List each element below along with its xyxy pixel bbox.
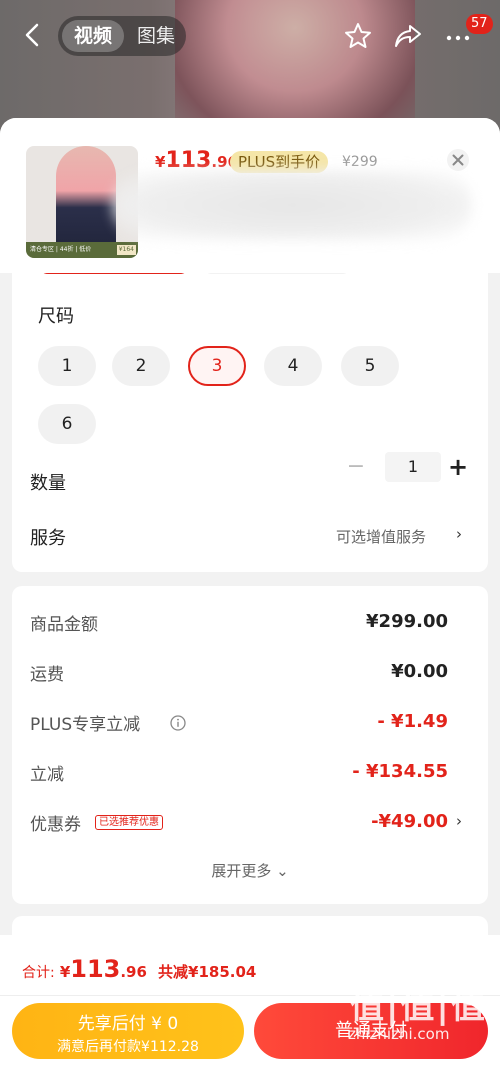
total-saved: 共减¥185.04: [158, 963, 257, 981]
coupon-label: 优惠券: [30, 815, 81, 835]
price-currency: ¥: [155, 153, 166, 171]
instant-discount-label: 立减: [30, 765, 64, 785]
thumb-caption: 清仓专区 | 44折 | 低价: [30, 246, 92, 253]
pay-later-subtitle: 满意后再付款¥112.28: [57, 1039, 199, 1055]
total-currency: ¥: [59, 963, 71, 981]
coupon-value[interactable]: -¥49.00: [371, 811, 448, 832]
coupon-chevron-icon[interactable]: ›: [456, 812, 462, 830]
instant-discount-value: - ¥134.55: [352, 761, 448, 782]
quantity-increase-button[interactable]: +: [447, 455, 469, 479]
thumb-promo-bar: 清仓专区 | 44折 | 低价 ¥164: [26, 242, 138, 258]
size-option-3[interactable]: 3: [188, 346, 246, 386]
total-label: 合计:: [22, 965, 55, 981]
shipping-value: ¥0.00: [391, 661, 448, 682]
subtotal-value: ¥299.00: [366, 611, 448, 632]
original-price: ¥299: [342, 154, 378, 170]
blurred-region: [112, 170, 472, 240]
total-decimal: .96: [120, 963, 147, 981]
order-total: 合计: ¥113.96 共减¥185.04: [22, 955, 256, 983]
size-option-1[interactable]: 1: [38, 346, 96, 386]
thumb-sale-price: ¥164: [116, 245, 136, 255]
size-option-2[interactable]: 2: [112, 346, 170, 386]
back-icon[interactable]: [18, 20, 48, 50]
expand-more-button[interactable]: 展开更多 ⌄: [12, 860, 488, 881]
plus-discount-label: PLUS专享立减: [30, 715, 141, 735]
star-icon[interactable]: [342, 20, 374, 52]
tab-gallery[interactable]: 图集: [128, 20, 184, 52]
service-label: 服务: [30, 528, 66, 549]
service-selector[interactable]: 可选增值服务: [336, 526, 426, 547]
size-option-6[interactable]: 6: [38, 404, 96, 444]
coupon-recommended-tag: 已选推荐优惠: [95, 815, 163, 830]
chevron-right-icon[interactable]: ›: [456, 525, 462, 543]
quantity-input[interactable]: 1: [385, 452, 441, 482]
tab-video[interactable]: 视频: [62, 20, 124, 52]
share-icon[interactable]: [392, 20, 424, 52]
top-nav-bar: 视频 图集 57: [0, 14, 500, 58]
info-icon[interactable]: [170, 715, 186, 731]
media-tab-switch: 视频 图集: [58, 16, 186, 56]
sheet-header: 清仓专区 | 44折 | 低价 ¥164 ¥113.96 PLUS到手价 ¥29…: [0, 118, 500, 273]
normal-pay-button[interactable]: 普通支付: [254, 1003, 488, 1059]
size-option-5[interactable]: 5: [341, 346, 399, 386]
total-integer: 113: [70, 955, 121, 983]
shipping-label: 运费: [30, 665, 64, 685]
plus-discount-value: - ¥1.49: [377, 711, 448, 732]
divider: [0, 995, 500, 996]
size-option-4[interactable]: 4: [264, 346, 322, 386]
price-detail-card: 商品金额 ¥299.00 运费 ¥0.00 PLUS专享立减 - ¥1.49 立…: [12, 586, 488, 904]
size-title: 尺码: [38, 306, 74, 327]
quantity-decrease-button[interactable]: −: [346, 456, 366, 478]
quantity-label: 数量: [30, 473, 66, 494]
checkout-bar: 合计: ¥113.96 共减¥185.04 先享后付 ¥ 0 满意后再付款¥11…: [0, 935, 500, 1065]
pay-later-title: 先享后付 ¥ 0: [77, 1014, 179, 1034]
purchase-sheet: 清仓专区 | 44折 | 低价 ¥164 ¥113.96 PLUS到手价 ¥29…: [0, 118, 500, 1065]
close-icon[interactable]: [446, 148, 470, 172]
subtotal-label: 商品金额: [30, 615, 98, 635]
pay-later-button[interactable]: 先享后付 ¥ 0 满意后再付款¥112.28: [12, 1003, 244, 1059]
message-count-badge: 57: [466, 14, 493, 34]
